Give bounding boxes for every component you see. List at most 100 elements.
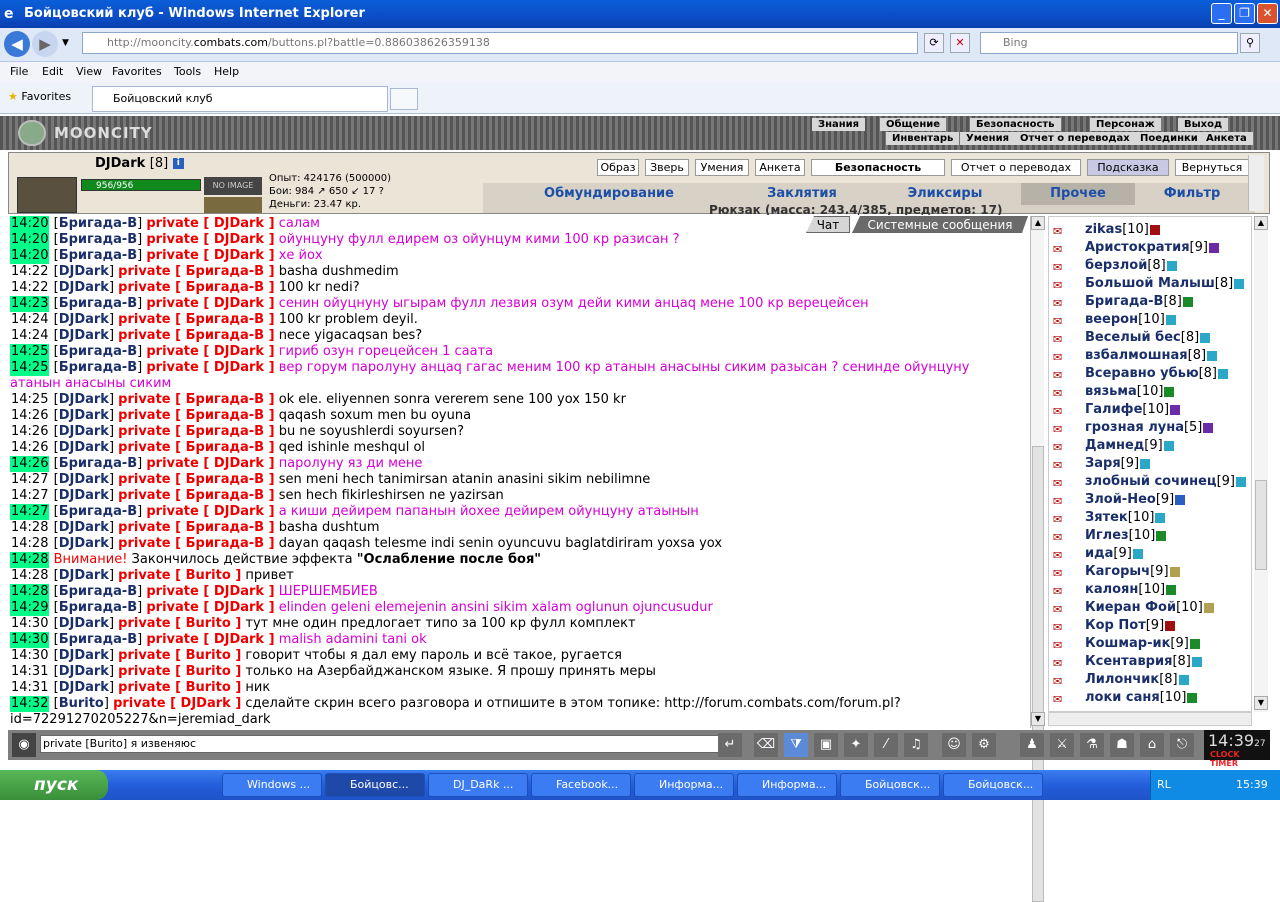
private-recipient[interactable]: DJDark [214,248,264,263]
menu-znania[interactable]: Знания [812,118,866,131]
history-dropdown-icon[interactable]: ▼ [62,38,69,48]
user-list-item[interactable]: ✉ Кошмар-ик[9] [1049,635,1251,653]
chat-sender[interactable]: DJDark [59,392,109,407]
chat-time[interactable]: 14:26 [10,456,50,472]
chat-sender[interactable]: DJDark [59,440,109,455]
private-recipient[interactable]: Бригада-В [186,520,264,535]
private-recipient[interactable]: DJDark [214,504,264,519]
save-icon[interactable]: ▣ [814,733,838,757]
character-avatar[interactable] [17,177,77,213]
search-icon[interactable]: ⚲ [1240,33,1260,53]
private-recipient[interactable]: DJDark [214,584,264,599]
chat-scroll-thumb[interactable] [1032,446,1044,902]
smile-menu-icon[interactable]: ◉ [12,733,36,757]
chat-sender[interactable]: DJDark [59,536,109,551]
user-list-item[interactable]: ✉ веерон[10] [1049,311,1251,329]
menu-vyhod[interactable]: Выход [1178,118,1229,131]
private-message-icon[interactable]: ✉ [1053,223,1071,238]
taskbar-item[interactable]: DJ_DaRk ... [428,773,528,797]
private-tag[interactable]: private [ Бригада-В ] [118,280,274,295]
private-recipient[interactable]: Бригада-В [186,280,264,295]
favorites-button[interactable]: ★ Favorites [8,90,71,103]
user-name[interactable]: взбалмошная [1085,348,1188,363]
user-info-icon[interactable] [1165,314,1176,325]
private-message-icon[interactable]: ✉ [1053,691,1071,706]
taskbar-item[interactable]: Информа... [634,773,734,797]
info-icon[interactable]: i [172,158,184,169]
private-message-icon[interactable]: ✉ [1053,457,1071,472]
private-message-icon[interactable]: ✉ [1053,637,1071,652]
menu-poedinki[interactable]: Поединки [1134,132,1204,145]
chat-sender[interactable]: Бригада-В [59,360,137,375]
character-nick[interactable]: DJDark [8] i [95,156,184,171]
chat-sender[interactable]: DJDark [59,328,109,343]
user-name[interactable]: Веселый бес [1085,330,1181,345]
private-tag[interactable]: private [ Burito ] [118,648,241,663]
private-tag[interactable]: private [ Бригада-В ] [118,392,274,407]
browser-tab[interactable]: Бойцовский клуб [92,86,388,112]
chat-sender[interactable]: DJDark [59,648,109,663]
menu-edit[interactable]: Edit [42,65,63,78]
forward-icon[interactable]: ▶ [32,31,58,57]
back-icon[interactable]: ◀ [4,31,30,57]
user-name[interactable]: Аристократия [1085,240,1190,255]
chat-time[interactable]: 14:27 [10,504,50,520]
chat-time[interactable]: 14:28 [10,584,50,600]
chat-time[interactable]: 14:26 [10,440,49,456]
chat-time[interactable]: 14:27 [10,488,49,504]
private-message-icon[interactable]: ✉ [1053,403,1071,418]
smiley-icon[interactable]: ☺ [942,733,966,757]
bezopasnost-button[interactable]: Безопасность [811,159,945,176]
user-info-icon[interactable] [1203,422,1214,433]
user-name[interactable]: Кагорыч [1085,564,1150,579]
filter-icon[interactable]: ⧩ [784,733,808,757]
otchet-button[interactable]: Отчет о переводах [951,159,1081,176]
private-tag[interactable]: private [ DJDark ] [146,600,274,615]
chat-sender[interactable]: DJDark [59,472,109,487]
chat-time[interactable]: 14:28 [10,568,49,584]
fight-icon[interactable]: ✦ [844,733,868,757]
obraz-button[interactable]: Образ [597,159,639,176]
user-info-icon[interactable] [1132,548,1143,559]
private-message-icon[interactable]: ✉ [1053,493,1071,508]
private-message-icon[interactable]: ✉ [1053,529,1071,544]
user-info-icon[interactable] [1187,692,1198,703]
private-tag[interactable]: private [ DJDark ] [146,504,274,519]
chat-sender[interactable]: DJDark [59,280,109,295]
user-name[interactable]: Кор Пот [1085,618,1146,633]
chat-sender[interactable]: DJDark [59,680,109,695]
action-icon-2[interactable]: ⚔ [1050,733,1074,757]
user-list-item[interactable]: ✉ калоян[10] [1049,581,1251,599]
private-tag[interactable]: private [ Burito ] [118,568,241,583]
user-info-icon[interactable] [1166,584,1177,595]
menu-file[interactable]: File [10,65,28,78]
user-list-item[interactable]: ✉ злобный сочинец[9] [1049,473,1251,491]
start-button[interactable]: пуск [0,770,108,800]
private-message-icon[interactable]: ✉ [1053,583,1071,598]
private-recipient[interactable]: Бригада-В [186,424,264,439]
scroll-down-icon[interactable]: ▼ [1031,712,1045,726]
private-message-icon[interactable]: ✉ [1053,277,1071,292]
close-button[interactable]: ✕ [1257,3,1278,24]
user-name[interactable]: Лилончик [1085,672,1159,687]
menu-anketa[interactable]: Анкета [1200,132,1253,145]
private-tag[interactable]: private [ DJDark ] [146,584,274,599]
user-name[interactable]: вязьма [1085,384,1137,399]
menu-favorites[interactable]: Favorites [112,65,162,78]
user-list-item[interactable]: ✉ Большой Малыш[8] [1049,275,1251,293]
private-recipient[interactable]: Burito [186,664,231,679]
chat-time[interactable]: 14:26 [10,408,49,424]
private-recipient[interactable]: Бригада-В [186,440,264,455]
private-recipient[interactable]: DJDark [214,232,264,247]
private-recipient[interactable]: Бригада-В [186,408,264,423]
private-message-icon[interactable]: ✉ [1053,241,1071,256]
scroll-down-icon[interactable]: ▼ [1254,696,1268,710]
private-recipient[interactable]: DJDark [214,632,264,647]
user-list-item[interactable]: ✉ Злой-Нео[9] [1049,491,1251,509]
user-list-item[interactable]: ✉ Иглез[10] [1049,527,1251,545]
user-list-item[interactable]: ✉ Всеравно убью[8] [1049,365,1251,383]
private-tag[interactable]: private [ Бригада-В ] [118,264,274,279]
user-info-icon[interactable] [1218,368,1229,379]
chat-time[interactable]: 14:31 [10,664,49,680]
private-message-icon[interactable]: ✉ [1053,367,1071,382]
